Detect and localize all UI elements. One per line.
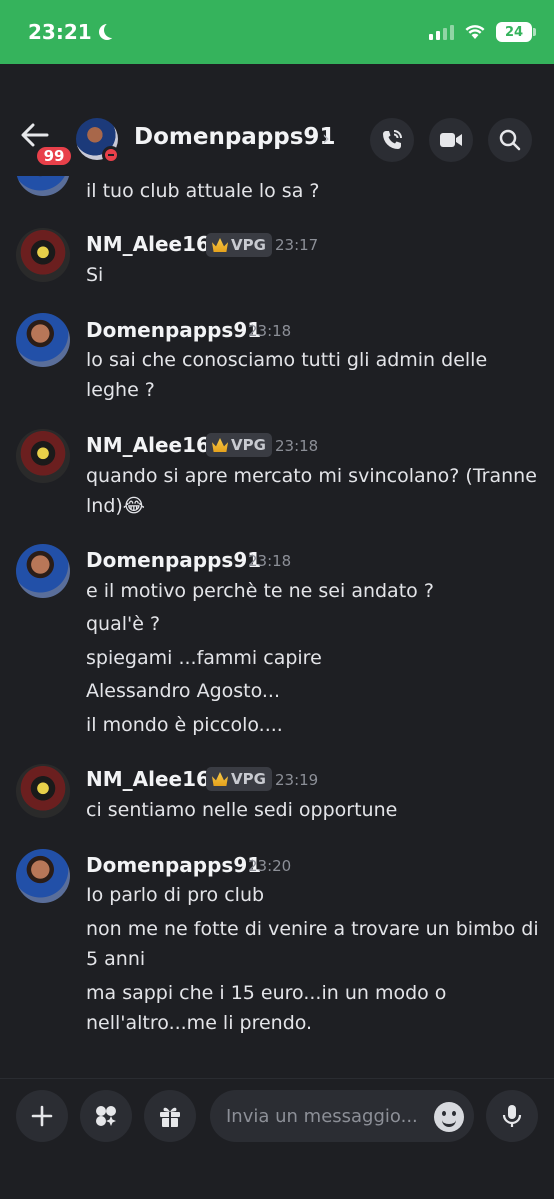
page-title[interactable]: Domenpapps91 [134,124,335,150]
moon-icon [104,22,120,38]
video-camera-icon [440,133,462,147]
avatar[interactable] [16,764,70,818]
search-icon [499,129,521,151]
message-text: ci sentiamo nelle sedi opportune [86,799,398,821]
status-bar: 23:21 24 [0,0,554,64]
chevron-right-icon[interactable]: › [322,126,330,150]
add-attachment-button[interactable] [16,1090,68,1142]
message-author[interactable]: NM_Alee16 [86,433,210,457]
role-tag-label: VPG [231,770,266,788]
message-list[interactable]: il tuo club attuale lo sa ? NM_Alee16 VP… [0,176,554,1076]
message-composer[interactable] [210,1090,474,1142]
role-tag-label: VPG [231,236,266,254]
message-input[interactable] [226,1105,426,1127]
wifi-icon [465,25,485,39]
message-text: Io parlo di pro club [86,884,265,906]
avatar[interactable] [16,849,70,903]
gift-icon [160,1107,180,1127]
message-author[interactable]: NM_Alee16 [86,232,210,256]
message-text: qual'è ? [86,613,161,635]
message-text: non me ne fotte di venire a trovare un b… [86,918,539,940]
message-text: Alessandro Agosto... [86,680,281,702]
status-indicators: 24 [429,22,536,42]
battery-indicator: 24 [496,22,536,42]
chat-header: 99 Domenpapps91 › [0,64,554,176]
message-text: Si [86,264,104,286]
avatar[interactable] [16,176,70,196]
message-timestamp: 23:18 [248,322,292,340]
message-text: lo sai che conosciamo tutti gli admin de… [86,349,488,371]
message-text: e il motivo perchè te ne sei andato ? [86,580,434,602]
message-timestamp: 23:17 [275,236,319,254]
search-button[interactable] [488,118,532,162]
message-timestamp: 23:20 [248,857,292,875]
phone-call-icon [383,130,402,149]
avatar[interactable] [16,544,70,598]
message-text: il mondo è piccolo.... [86,714,283,736]
role-tag: VPG [206,767,272,791]
message-text: ma sappi che i 15 euro...in un modo o [86,982,447,1004]
gift-button[interactable] [144,1090,196,1142]
message-author[interactable]: Domenpapps91 [86,853,261,877]
microphone-icon [502,1105,522,1127]
cellular-signal-icon [429,24,454,40]
message-author[interactable]: Domenpapps91 [86,318,261,342]
crown-icon [212,238,228,252]
role-tag: VPG [206,233,272,257]
role-tag-label: VPG [231,436,266,454]
message-author[interactable]: NM_Alee16 [86,767,210,791]
status-time-wrap: 23:21 [28,20,114,44]
message-text: il tuo club attuale lo sa ? [86,180,320,202]
message-text: leghe ? [86,379,155,401]
apps-icon [96,1106,116,1126]
message-author[interactable]: Domenpapps91 [86,548,261,572]
video-call-button[interactable] [429,118,473,162]
role-tag: VPG [206,433,272,457]
voice-call-button[interactable] [370,118,414,162]
emoji-icon[interactable] [434,1102,464,1132]
avatar[interactable] [16,228,70,282]
crown-icon [212,438,228,452]
message-text: lnd)😂 [86,495,145,517]
battery-level: 24 [504,24,524,40]
message-text: nell'altro...me li prendo. [86,1012,313,1034]
composer-divider [0,1078,554,1079]
crown-icon [212,772,228,786]
message-timestamp: 23:18 [248,552,292,570]
avatar[interactable] [16,313,70,367]
message-timestamp: 23:18 [275,437,319,455]
message-text: quando si apre mercato mi svincolano? (T… [86,465,537,487]
avatar[interactable] [16,429,70,483]
unread-badge: 99 [34,144,74,168]
message-timestamp: 23:19 [275,771,319,789]
voice-message-button[interactable] [486,1090,538,1142]
status-time: 23:21 [28,20,92,44]
message-text: 5 anni [86,948,146,970]
apps-button[interactable] [80,1090,132,1142]
message-text: spiegami ...fammi capire [86,647,322,669]
dnd-status-icon [102,146,120,164]
plus-icon [31,1105,53,1127]
